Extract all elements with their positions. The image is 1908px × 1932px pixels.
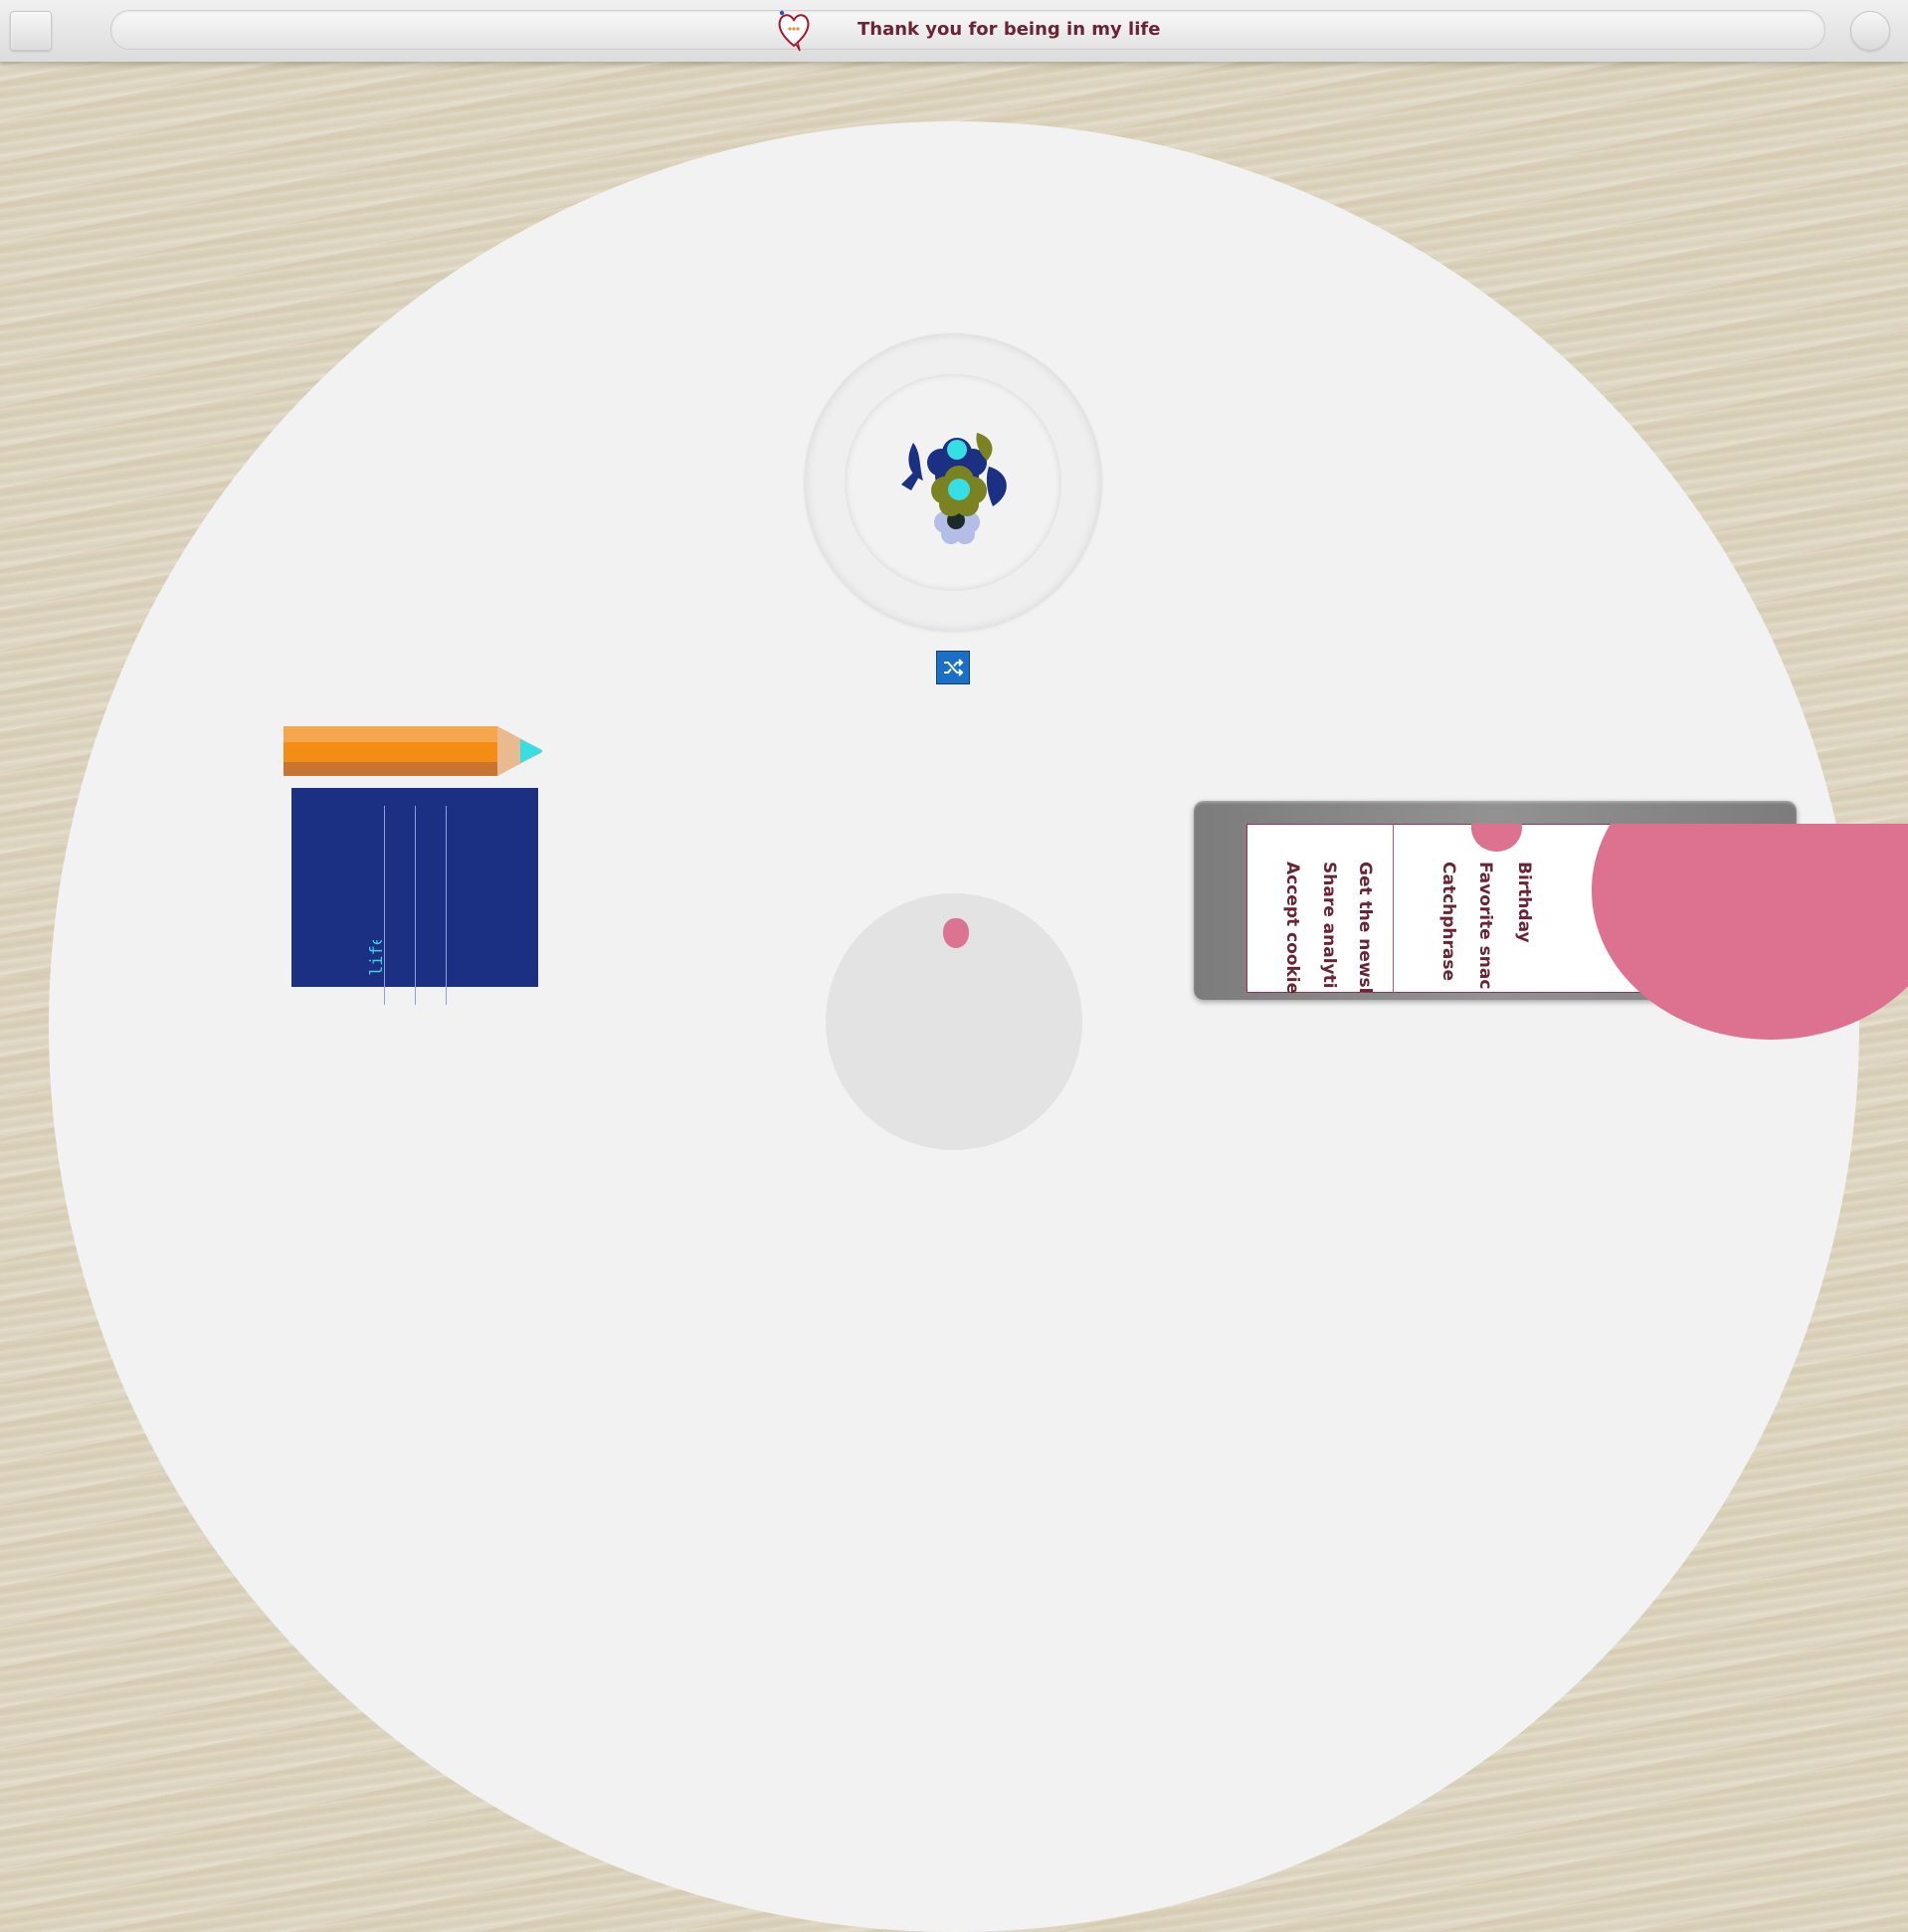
form-label-birthday: Birthday <box>1514 862 1534 943</box>
menu-button[interactable] <box>10 11 52 51</box>
heart-speech-logo-icon <box>778 10 810 52</box>
shuffle-button[interactable] <box>936 651 970 684</box>
notebook-line <box>415 806 416 1005</box>
notebook[interactable] <box>291 788 538 1005</box>
flower-bouquet-icon[interactable] <box>893 413 1021 547</box>
form-label-favorite-snack: Favorite snac <box>1475 862 1495 990</box>
form-label-share-analytics[interactable]: Share analyti <box>1319 862 1339 989</box>
form-label-catchphrase: Catchphrase <box>1438 862 1458 982</box>
top-bar: Thank you for being in my life <box>0 0 1908 62</box>
shuffle-icon <box>944 659 964 676</box>
notebook-line <box>446 806 447 1005</box>
profile-button[interactable] <box>1850 11 1890 51</box>
page-title: Thank you for being in my life <box>858 19 1161 40</box>
pencil-icon[interactable] <box>284 726 542 776</box>
notebook-text: life <box>367 940 387 976</box>
form-label-newsletter[interactable]: Get the newsl <box>1355 862 1375 994</box>
candy-item[interactable] <box>943 918 969 948</box>
form-label-accept-cookies[interactable]: Accept cookie <box>1282 862 1302 994</box>
screen-divider <box>1393 825 1394 992</box>
